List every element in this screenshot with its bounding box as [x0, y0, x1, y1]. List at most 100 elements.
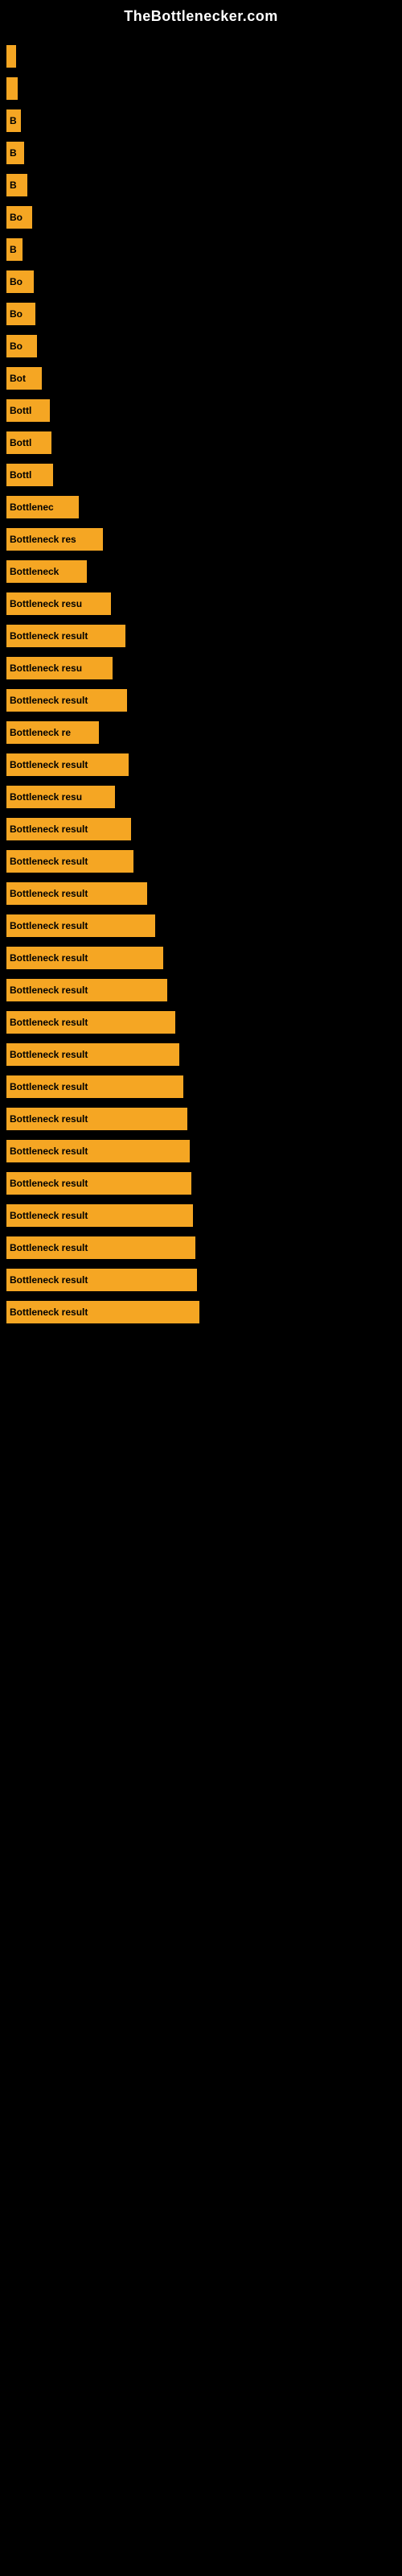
bar-item: Bottleneck result: [6, 689, 127, 712]
bar-item: Bottleneck result: [6, 947, 163, 969]
bar-label: Bo: [10, 212, 23, 223]
bar-label: Bottlenec: [10, 502, 54, 513]
bar-item: Bottleneck result: [6, 1236, 195, 1259]
bar-item: B: [6, 109, 21, 132]
bar-item: Bottleneck res: [6, 528, 103, 551]
bar-item: Bottl: [6, 399, 50, 422]
bar-label: Bottleneck res: [10, 534, 76, 545]
bar-row: B: [0, 238, 402, 261]
bar-label: Bottleneck result: [10, 1178, 88, 1189]
bar-row: Bottleneck result: [0, 1204, 402, 1227]
bar-label: B: [10, 115, 17, 126]
bar-label: Bottleneck result: [10, 1017, 88, 1028]
bar-item: Bottleneck result: [6, 1269, 197, 1291]
bar-row: Bottleneck result: [0, 850, 402, 873]
bar-label: Bottleneck result: [10, 1113, 88, 1125]
bar-item: Bottlenec: [6, 496, 79, 518]
bar-label: Bottl: [10, 405, 31, 416]
bar-label: Bottleneck re: [10, 727, 71, 738]
bar-item: Bottleneck result: [6, 850, 133, 873]
bar-row: Bottleneck result: [0, 689, 402, 712]
bar-item: Bo: [6, 270, 34, 293]
bar-item: Bottl: [6, 431, 51, 454]
bar-label: Bottleneck result: [10, 985, 88, 996]
bar-item: Bottleneck result: [6, 753, 129, 776]
bar-row: Bo: [0, 335, 402, 357]
bar-row: Bottleneck result: [0, 753, 402, 776]
bar-item: Bottleneck result: [6, 1204, 193, 1227]
bar-row: Bottleneck result: [0, 947, 402, 969]
bar-label: Bottleneck result: [10, 630, 88, 642]
bar-row: Bottleneck: [0, 560, 402, 583]
bar-row: Bottleneck resu: [0, 786, 402, 808]
bar-label: B: [10, 244, 17, 255]
bar-row: Bottleneck result: [0, 882, 402, 905]
bar-item: Bottleneck result: [6, 625, 125, 647]
bar-item: Bottleneck re: [6, 721, 99, 744]
bar-label: Bottleneck result: [10, 1210, 88, 1221]
bar-label: B: [10, 147, 17, 159]
bar-item: Bottleneck: [6, 560, 87, 583]
bar-label: Bottleneck result: [10, 952, 88, 964]
bar-row: Bottleneck result: [0, 1043, 402, 1066]
bar-row: Bottleneck result: [0, 914, 402, 937]
bar-item: Bo: [6, 206, 32, 229]
bar-item: Bot: [6, 367, 42, 390]
bars-container: B B B Bo B Bo Bo Bo Bot Bottl Bottl Bottl Bottlenec B…: [0, 37, 402, 1341]
bar-label: Bottleneck result: [10, 1146, 88, 1157]
bar-row: Bottleneck result: [0, 1301, 402, 1323]
bar-label: Bottleneck: [10, 566, 59, 577]
bar-label: Bottleneck result: [10, 1242, 88, 1253]
bar-row: Bo: [0, 270, 402, 293]
site-title: TheBottlenecker.com: [0, 0, 402, 37]
site-header: TheBottlenecker.com: [0, 0, 402, 37]
bar-label: Bottleneck result: [10, 759, 88, 770]
bar-row: Bo: [0, 206, 402, 229]
bar-item: [6, 77, 18, 100]
bar-item: B: [6, 238, 23, 261]
bar-row: [0, 77, 402, 100]
bar-label: Bottleneck result: [10, 888, 88, 899]
bar-label: Bottleneck result: [10, 1049, 88, 1060]
bar-item: Bottl: [6, 464, 53, 486]
bar-row: Bottleneck result: [0, 1075, 402, 1098]
bar-row: Bottleneck result: [0, 1011, 402, 1034]
bar-row: Bottleneck result: [0, 1172, 402, 1195]
bar-row: Bottleneck result: [0, 1236, 402, 1259]
bar-item: Bottleneck result: [6, 1043, 179, 1066]
bar-row: Bo: [0, 303, 402, 325]
bar-row: Bottleneck re: [0, 721, 402, 744]
bar-row: Bottleneck result: [0, 1108, 402, 1130]
bar-item: Bottleneck result: [6, 1011, 175, 1034]
bar-label: Bottleneck result: [10, 1081, 88, 1092]
bar-label: Bottl: [10, 469, 31, 481]
bar-row: B: [0, 109, 402, 132]
bar-row: Bottleneck res: [0, 528, 402, 551]
bar-label: Bo: [10, 276, 23, 287]
bar-label: Bottleneck resu: [10, 791, 82, 803]
bar-item: Bottleneck result: [6, 818, 131, 840]
bar-item: Bottleneck result: [6, 882, 147, 905]
bar-row: Bottleneck resu: [0, 592, 402, 615]
bar-item: Bottleneck result: [6, 979, 167, 1001]
bar-item: Bottleneck resu: [6, 786, 115, 808]
bar-item: Bottleneck result: [6, 1140, 190, 1162]
bar-label: Bottleneck result: [10, 856, 88, 867]
bar-row: Bottleneck result: [0, 979, 402, 1001]
bar-label: Bottleneck result: [10, 824, 88, 835]
bar-row: Bottleneck result: [0, 818, 402, 840]
bar-item: Bottleneck result: [6, 914, 155, 937]
bar-label: Bo: [10, 308, 23, 320]
bar-row: Bottl: [0, 399, 402, 422]
bar-row: Bottl: [0, 431, 402, 454]
bar-row: [0, 45, 402, 68]
bar-label: Bottl: [10, 437, 31, 448]
bar-item: Bo: [6, 335, 37, 357]
bar-row: Bottlenec: [0, 496, 402, 518]
bar-item: Bo: [6, 303, 35, 325]
bar-label: Bottleneck result: [10, 920, 88, 931]
bar-item: Bottleneck result: [6, 1301, 199, 1323]
bar-row: B: [0, 142, 402, 164]
bar-label: Bot: [10, 373, 26, 384]
bar-row: B: [0, 174, 402, 196]
